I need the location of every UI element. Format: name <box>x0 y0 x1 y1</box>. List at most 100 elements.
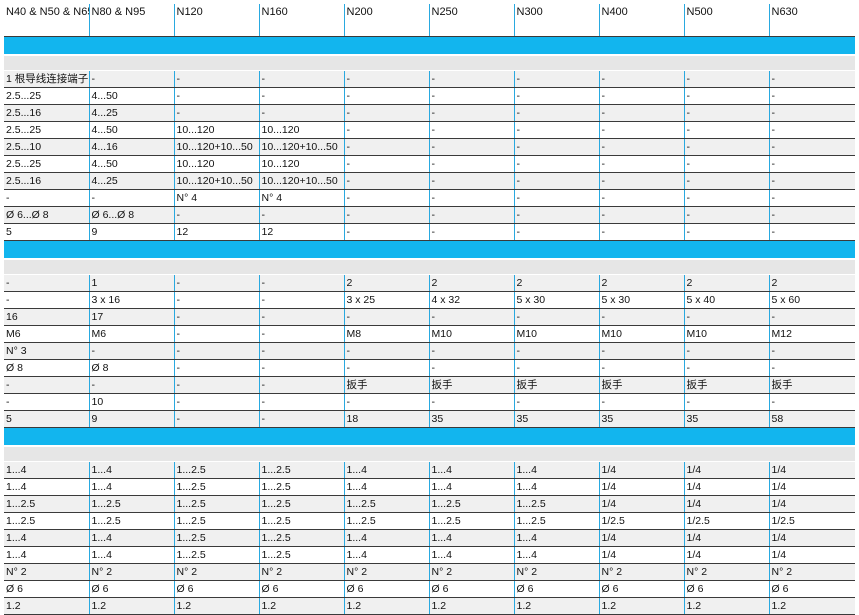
table-cell: 1.2 <box>769 597 855 615</box>
table-cell: - <box>684 308 770 326</box>
table-cell: 1...2.5 <box>259 529 345 547</box>
table-cell: - <box>514 155 600 173</box>
table-cell: - <box>259 70 345 88</box>
table-cell: 1...4 <box>89 546 175 564</box>
table-cell: - <box>174 206 260 224</box>
table-cell: - <box>684 359 770 377</box>
table-cell: Ø 6 <box>769 580 855 598</box>
section-band <box>4 36 855 56</box>
table-cell: 扳手 <box>684 376 770 394</box>
column-header: N500 <box>684 4 770 37</box>
table-cell: 1...4 <box>514 529 600 547</box>
table-cell: M6 <box>89 325 175 343</box>
table-cell: - <box>769 359 855 377</box>
table-cell: 10...120 <box>259 155 345 173</box>
table-cell: - <box>769 223 855 241</box>
table-cell: 扳手 <box>429 376 515 394</box>
column-header: N300 <box>514 4 600 37</box>
table-cell: 4...25 <box>89 172 175 190</box>
table-cell: - <box>174 410 260 428</box>
table-cell: 1.2 <box>344 597 430 615</box>
table-cell: - <box>429 172 515 190</box>
table-cell: M10 <box>599 325 685 343</box>
table-cell: 3 x 16 <box>89 291 175 309</box>
table-row: Ø 6...Ø 8Ø 6...Ø 8-------- <box>4 206 855 224</box>
table-cell: 2 <box>684 274 770 292</box>
table-cell: 1...2.5 <box>174 461 260 479</box>
table-cell: N° 2 <box>429 563 515 581</box>
table-cell: - <box>429 155 515 173</box>
table-cell: - <box>514 87 600 105</box>
table-cell: Ø 6 <box>514 580 600 598</box>
table-cell: M6 <box>4 325 90 343</box>
table-cell: 1...2.5 <box>4 512 90 530</box>
table-cell: 1.2 <box>599 597 685 615</box>
table-cell: - <box>429 342 515 360</box>
column-header: N400 <box>599 4 685 37</box>
table-cell: N° 2 <box>344 563 430 581</box>
table-cell: 1/4 <box>769 478 855 496</box>
table-row: N° 2 N° 2 N° 2 N° 2 N° 2 N° 2 N° 2 N° 2 N° 2 N° 2 <box>4 563 855 581</box>
table-cell: - <box>769 70 855 88</box>
table-cell: 5 x 60 <box>769 291 855 309</box>
table-cell: 35 <box>599 410 685 428</box>
table-cell: 5 x 40 <box>684 291 770 309</box>
table-cell: - <box>599 393 685 411</box>
table-cell: 1...4 <box>4 529 90 547</box>
table-cell: - <box>174 291 260 309</box>
table-cell: - <box>599 359 685 377</box>
table-row: - - N° 4 N° 4------ <box>4 189 855 207</box>
table-cell: 58 <box>769 410 855 428</box>
table-cell: 3 x 25 <box>344 291 430 309</box>
table-cell: Ø 6...Ø 8 <box>89 206 175 224</box>
table-cell: 1/4 <box>599 495 685 513</box>
table-cell: N° 2 <box>599 563 685 581</box>
table-cell: 1/2.5 <box>599 512 685 530</box>
table-cell: - <box>599 104 685 122</box>
table-cell: - <box>684 342 770 360</box>
table-cell: - <box>429 70 515 88</box>
table-cell: 35 <box>514 410 600 428</box>
table-cell: 18 <box>344 410 430 428</box>
table-cell: 1...2.5 <box>344 495 430 513</box>
table-cell: Ø 6 <box>4 580 90 598</box>
table-cell: - <box>89 342 175 360</box>
table-cell: - <box>769 206 855 224</box>
table-cell: 扳手 <box>344 376 430 394</box>
table-cell: 5 x 30 <box>599 291 685 309</box>
table-cell: 1...4 <box>429 546 515 564</box>
table-cell: 1...4 <box>4 461 90 479</box>
table-row: 2.5...25 4...50 10...120 10...120- - - - - - <box>4 121 855 139</box>
table-cell: - <box>769 393 855 411</box>
table-cell: 5 <box>4 410 90 428</box>
table-cell: - <box>344 206 430 224</box>
table-cell: - <box>599 138 685 156</box>
table-cell: - <box>344 342 430 360</box>
table-row: 2.5...25 4...50- - - - - - - - <box>4 87 855 105</box>
section-band-fill <box>4 36 855 56</box>
section-subband-fill <box>4 259 855 275</box>
table-cell: 2 <box>429 274 515 292</box>
table-cell: Ø 6...Ø 8 <box>4 206 90 224</box>
table-cell: - <box>344 121 430 139</box>
table-cell: - <box>344 393 430 411</box>
table-cell: N° 2 <box>769 563 855 581</box>
table-cell: - <box>684 393 770 411</box>
table-cell: Ø 6 <box>259 580 345 598</box>
table-cell: 1...4 <box>89 478 175 496</box>
table-cell: 1/4 <box>684 529 770 547</box>
column-header: N40 & N50 & N65 <box>4 4 90 37</box>
table-cell: 1...2.5 <box>89 512 175 530</box>
table-cell: 1...2.5 <box>174 546 260 564</box>
table-cell: - <box>259 308 345 326</box>
table-cell: N° 4 <box>174 189 260 207</box>
table-cell: 1...2.5 <box>429 495 515 513</box>
table-cell: 35 <box>429 410 515 428</box>
table-cell: 12 <box>259 223 345 241</box>
table-cell: 1/4 <box>684 478 770 496</box>
section-subband <box>4 259 855 275</box>
table-cell: - <box>429 121 515 139</box>
table-row: 1...4 1...4 1...2.5 1...2.5 1...4 1...4 1...4 1… <box>4 461 855 479</box>
table-cell: 35 <box>684 410 770 428</box>
table-cell: 1...4 <box>514 478 600 496</box>
